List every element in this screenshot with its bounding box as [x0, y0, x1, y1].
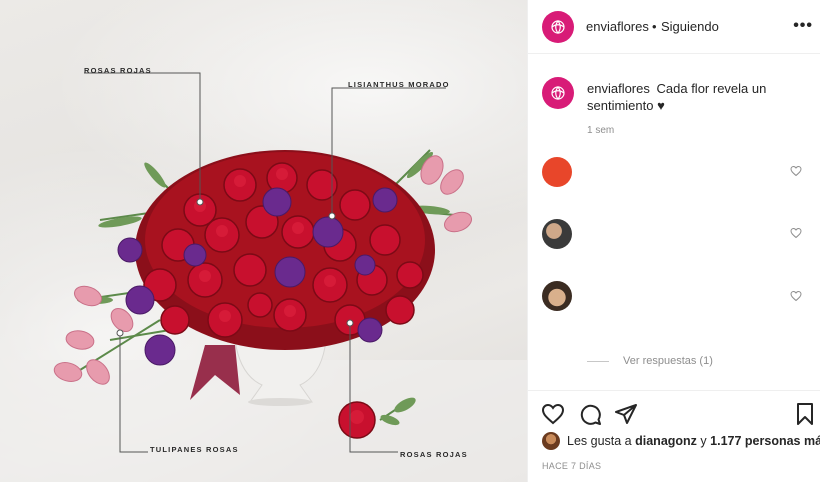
- callout-lisianthus-morado: LISIANTHUS MORADO: [348, 80, 450, 89]
- header-separator: •: [652, 19, 657, 34]
- comment-like-heart-icon[interactable]: [790, 290, 802, 302]
- view-replies-label: Ver respuestas (1): [623, 355, 713, 367]
- profile-avatar[interactable]: [542, 11, 574, 43]
- post-image[interactable]: ROSAS ROJAS LISIANTHUS MORADO TULIPANES …: [0, 0, 527, 482]
- bookmark-icon[interactable]: [793, 402, 817, 426]
- header-username[interactable]: enviaflores: [586, 19, 649, 34]
- likes-count[interactable]: 1.177 personas más: [710, 434, 820, 448]
- flower-logo-icon: [551, 86, 565, 100]
- comment-icon[interactable]: [578, 402, 602, 426]
- caption-avatar[interactable]: [542, 77, 574, 109]
- heart-icon[interactable]: [541, 402, 565, 426]
- liker-avatar[interactable]: [542, 432, 560, 450]
- comment-avatar-3[interactable]: [542, 281, 572, 311]
- caption-username[interactable]: enviaflores: [587, 81, 650, 96]
- follow-status[interactable]: Siguiendo: [661, 19, 719, 34]
- replies-dash: [587, 360, 609, 362]
- view-replies-button[interactable]: Ver respuestas (1): [587, 355, 713, 367]
- caption-text: enviaflores Cada flor revela un sentimie…: [587, 80, 802, 114]
- post-header: enviaflores • Siguiendo •••: [528, 0, 820, 54]
- comment-avatar-2[interactable]: [542, 219, 572, 249]
- comment-avatar-1[interactable]: [542, 157, 572, 187]
- comment-like-heart-icon[interactable]: [790, 165, 802, 177]
- post-actions: Les gusta a dianagonz y 1.177 personas m…: [528, 390, 820, 482]
- caption-heart-emoji: ♥: [657, 98, 665, 113]
- likes-prefix: Les gusta a: [567, 434, 632, 448]
- post-side-panel: enviaflores • Siguiendo ••• enviaflores …: [527, 0, 820, 482]
- callout-rosas-rojas-bottom: ROSAS ROJAS: [400, 450, 468, 459]
- callout-tulipanes-rosas: TULIPANES ROSAS: [150, 445, 239, 454]
- bouquet-illustration: [0, 72, 527, 482]
- flower-logo-icon: [551, 20, 565, 34]
- liker-username[interactable]: dianagonz: [635, 434, 697, 448]
- likes-connector: y: [700, 434, 707, 448]
- callout-rosas-rojas-top: ROSAS ROJAS: [84, 66, 152, 75]
- more-options-icon[interactable]: •••: [793, 18, 813, 34]
- comment-like-heart-icon[interactable]: [790, 227, 802, 239]
- likes-summary[interactable]: Les gusta a dianagonz y 1.177 personas m…: [542, 432, 820, 450]
- caption-timestamp: 1 sem: [587, 125, 615, 136]
- post-timestamp: HACE 7 DÍAS: [542, 461, 602, 471]
- share-icon[interactable]: [614, 402, 638, 426]
